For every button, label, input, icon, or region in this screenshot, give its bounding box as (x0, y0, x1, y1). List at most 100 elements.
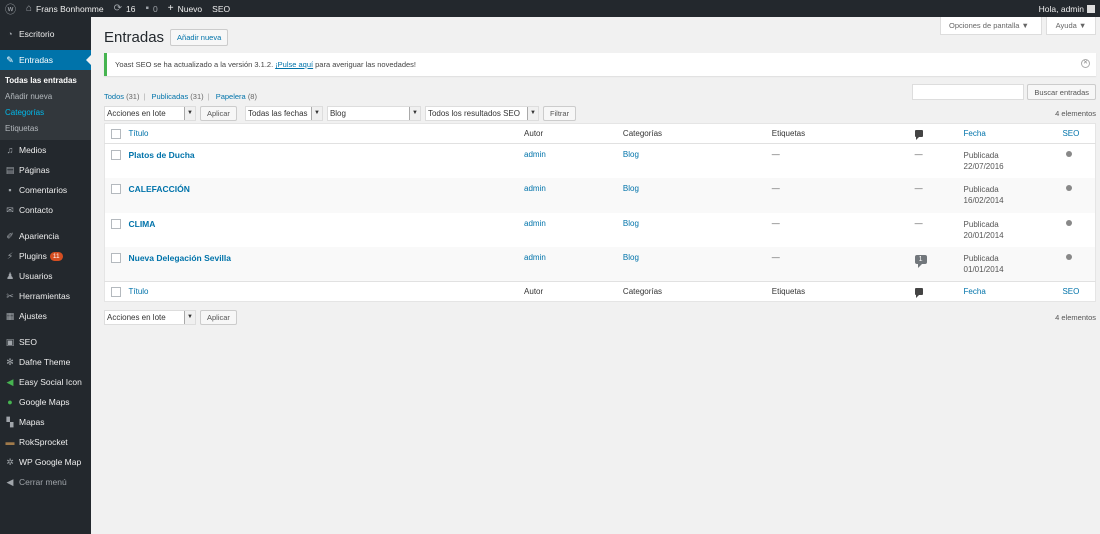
comment-count-bubble[interactable]: 1 (914, 255, 927, 268)
filter-trash-link[interactable]: Papelera (216, 92, 246, 101)
sidebar-item-easy-social-icon[interactable]: ◀ Easy Social Icon (0, 372, 91, 392)
gear-icon: ✻ (6, 356, 14, 367)
sidebar-item-comments[interactable]: ▪ Comentarios (0, 180, 91, 200)
filter-button[interactable]: Filtrar (542, 106, 577, 121)
chevron-down-icon: ▼ (408, 107, 420, 120)
table-row: Nueva Delegación Sevilla admin Blog — 1 … (104, 247, 1096, 282)
select-all-checkbox-bottom[interactable] (111, 286, 121, 297)
add-new-button[interactable]: Añadir nueva (170, 29, 229, 46)
map-pin-icon: ● (7, 397, 13, 407)
sidebar-item-pages[interactable]: ▤ Páginas (0, 160, 91, 180)
sidebar-item-contact[interactable]: ✉ Contacto (0, 200, 91, 220)
seo-link[interactable]: SEO (207, 0, 235, 17)
author-link[interactable]: admin (524, 253, 546, 262)
submenu-categories[interactable]: Categorías (0, 105, 91, 121)
dashboard-icon: ◔ (7, 29, 13, 39)
brush-icon: ✐ (6, 230, 14, 241)
wordpress-logo-icon[interactable]: ⓦ (0, 0, 21, 17)
tablenav-top: Acciones en lote ▼ Aplicar Todas las fech… (104, 106, 1096, 121)
sidebar-item-settings[interactable]: ▦ Ajustes (0, 306, 91, 326)
post-title-link[interactable]: CALEFACCIÓN (128, 184, 189, 194)
post-title-link[interactable]: Nueva Delegación Sevilla (128, 253, 231, 263)
row-checkbox[interactable] (111, 218, 121, 229)
sort-title-link[interactable]: Título (128, 129, 148, 138)
sort-date-link-bottom[interactable]: Fecha (964, 287, 986, 296)
pin-icon: ✎ (6, 54, 14, 65)
category-link[interactable]: Blog (623, 150, 639, 159)
comments-icon: ▪ (8, 185, 12, 195)
pages-icon: ▤ (5, 164, 15, 175)
sidebar-item-wp-google-map[interactable]: ✲ WP Google Map (0, 452, 91, 472)
post-title-link[interactable]: Platos de Ducha (128, 150, 194, 160)
search-box: Buscar entradas (912, 84, 1096, 100)
submenu-tags[interactable]: Etiquetas (0, 121, 91, 137)
post-date: 20/01/2014 (963, 230, 1004, 240)
tags-cell: — (771, 178, 915, 213)
sidebar-item-maps[interactable]: ▚ Mapas (0, 412, 91, 432)
plugins-update-badge: 11 (49, 251, 63, 261)
submenu-all-posts[interactable]: Todas las entradas (0, 73, 91, 89)
sidebar-item-tools[interactable]: ✂ Herramientas (0, 286, 91, 306)
dismiss-icon[interactable]: ✕ (1081, 59, 1090, 68)
category-link[interactable]: Blog (623, 219, 639, 228)
apply-button-top[interactable]: Aplicar (200, 106, 237, 121)
category-link[interactable]: Blog (623, 253, 639, 262)
sidebar-item-dafne-theme[interactable]: ✻ Dafne Theme (0, 352, 91, 372)
sort-title-link-bottom[interactable]: Título (128, 287, 148, 296)
post-date: 01/01/2014 (963, 265, 1004, 274)
map-icon: ▚ (6, 416, 14, 427)
post-status: Publicada (963, 151, 999, 160)
sidebar-item-posts[interactable]: ✎ Entradas (0, 50, 91, 70)
category-filter-select[interactable]: Blog ▼ (326, 106, 421, 121)
author-link[interactable]: admin (524, 184, 546, 193)
notice-link[interactable]: ¡Pulse aquí (275, 60, 313, 69)
sort-seo-link[interactable]: SEO (1062, 129, 1079, 138)
seo-filter-select[interactable]: Todos los resultados SEO ▼ (424, 106, 539, 121)
apply-button-bottom[interactable]: Aplicar (200, 310, 237, 325)
post-status: Publicada (963, 254, 999, 263)
submenu-add-new[interactable]: Añadir nueva (0, 89, 91, 105)
filter-all-link[interactable]: Todos (104, 92, 124, 101)
date-filter-select[interactable]: Todas las fechas ▼ (244, 106, 323, 121)
bulk-action-select-top[interactable]: Acciones en lote ▼ (104, 106, 196, 121)
sidebar-item-roksprocket[interactable]: ▬ RokSprocket (0, 432, 91, 452)
author-link[interactable]: admin (524, 219, 546, 228)
sidebar-item-appearance[interactable]: ✐ Apariencia (0, 226, 91, 246)
collapse-menu-button[interactable]: ◀ Cerrar menú (0, 472, 91, 492)
site-name-link[interactable]: ⌂ Frans Bonhomme (21, 0, 109, 17)
post-title-link[interactable]: CLIMA (128, 219, 155, 229)
updates-link[interactable]: ⟳ 16 (109, 0, 141, 17)
sidebar-item-users[interactable]: ♟ Usuarios (0, 266, 91, 286)
column-categories: Categorías (622, 281, 772, 302)
select-all-checkbox[interactable] (111, 128, 121, 139)
search-posts-button[interactable]: Buscar entradas (1027, 84, 1096, 100)
share-icon: ◀ (6, 376, 14, 387)
my-account-link[interactable]: Hola, admin (1034, 0, 1100, 17)
author-link[interactable]: admin (524, 150, 546, 159)
row-checkbox[interactable] (111, 184, 121, 194)
help-button[interactable]: Ayuda ▼ (1046, 17, 1096, 35)
row-checkbox[interactable] (111, 253, 121, 263)
category-link[interactable]: Blog (623, 184, 639, 193)
page-header: Entradas Añadir nueva (104, 29, 229, 46)
row-checkbox[interactable] (111, 150, 121, 160)
items-count-bottom: 4 elementos (1055, 313, 1096, 322)
bulk-action-select-bottom[interactable]: Acciones en lote ▼ (104, 310, 196, 325)
filter-published-link[interactable]: Publicadas (152, 92, 189, 101)
sort-seo-link-bottom[interactable]: SEO (1062, 287, 1079, 296)
chevron-down-icon: ▼ (310, 107, 322, 120)
comments-link[interactable]: ▪ 0 (140, 0, 162, 17)
post-date: 22/07/2016 (963, 162, 1004, 171)
sidebar-item-google-maps[interactable]: ● Google Maps (0, 392, 91, 412)
sidebar-item-media[interactable]: ♫ Medios (0, 140, 91, 160)
search-input[interactable] (912, 84, 1025, 100)
screen-options-button[interactable]: Opciones de pantalla ▼ (940, 17, 1042, 35)
new-content-link[interactable]: + Nuevo (163, 0, 207, 17)
settings-icon: ▦ (5, 310, 15, 321)
page-title: Entradas (104, 29, 165, 46)
sidebar-item-plugins[interactable]: ⚡ Plugins 11 (0, 246, 91, 266)
sort-date-link[interactable]: Fecha (964, 129, 986, 138)
sidebar-item-seo[interactable]: ▣ SEO (0, 332, 91, 352)
update-notice: Yoast SEO se ha actualizado a la versión… (104, 53, 1096, 76)
sidebar-item-dashboard[interactable]: ◔ Escritorio (0, 24, 91, 44)
